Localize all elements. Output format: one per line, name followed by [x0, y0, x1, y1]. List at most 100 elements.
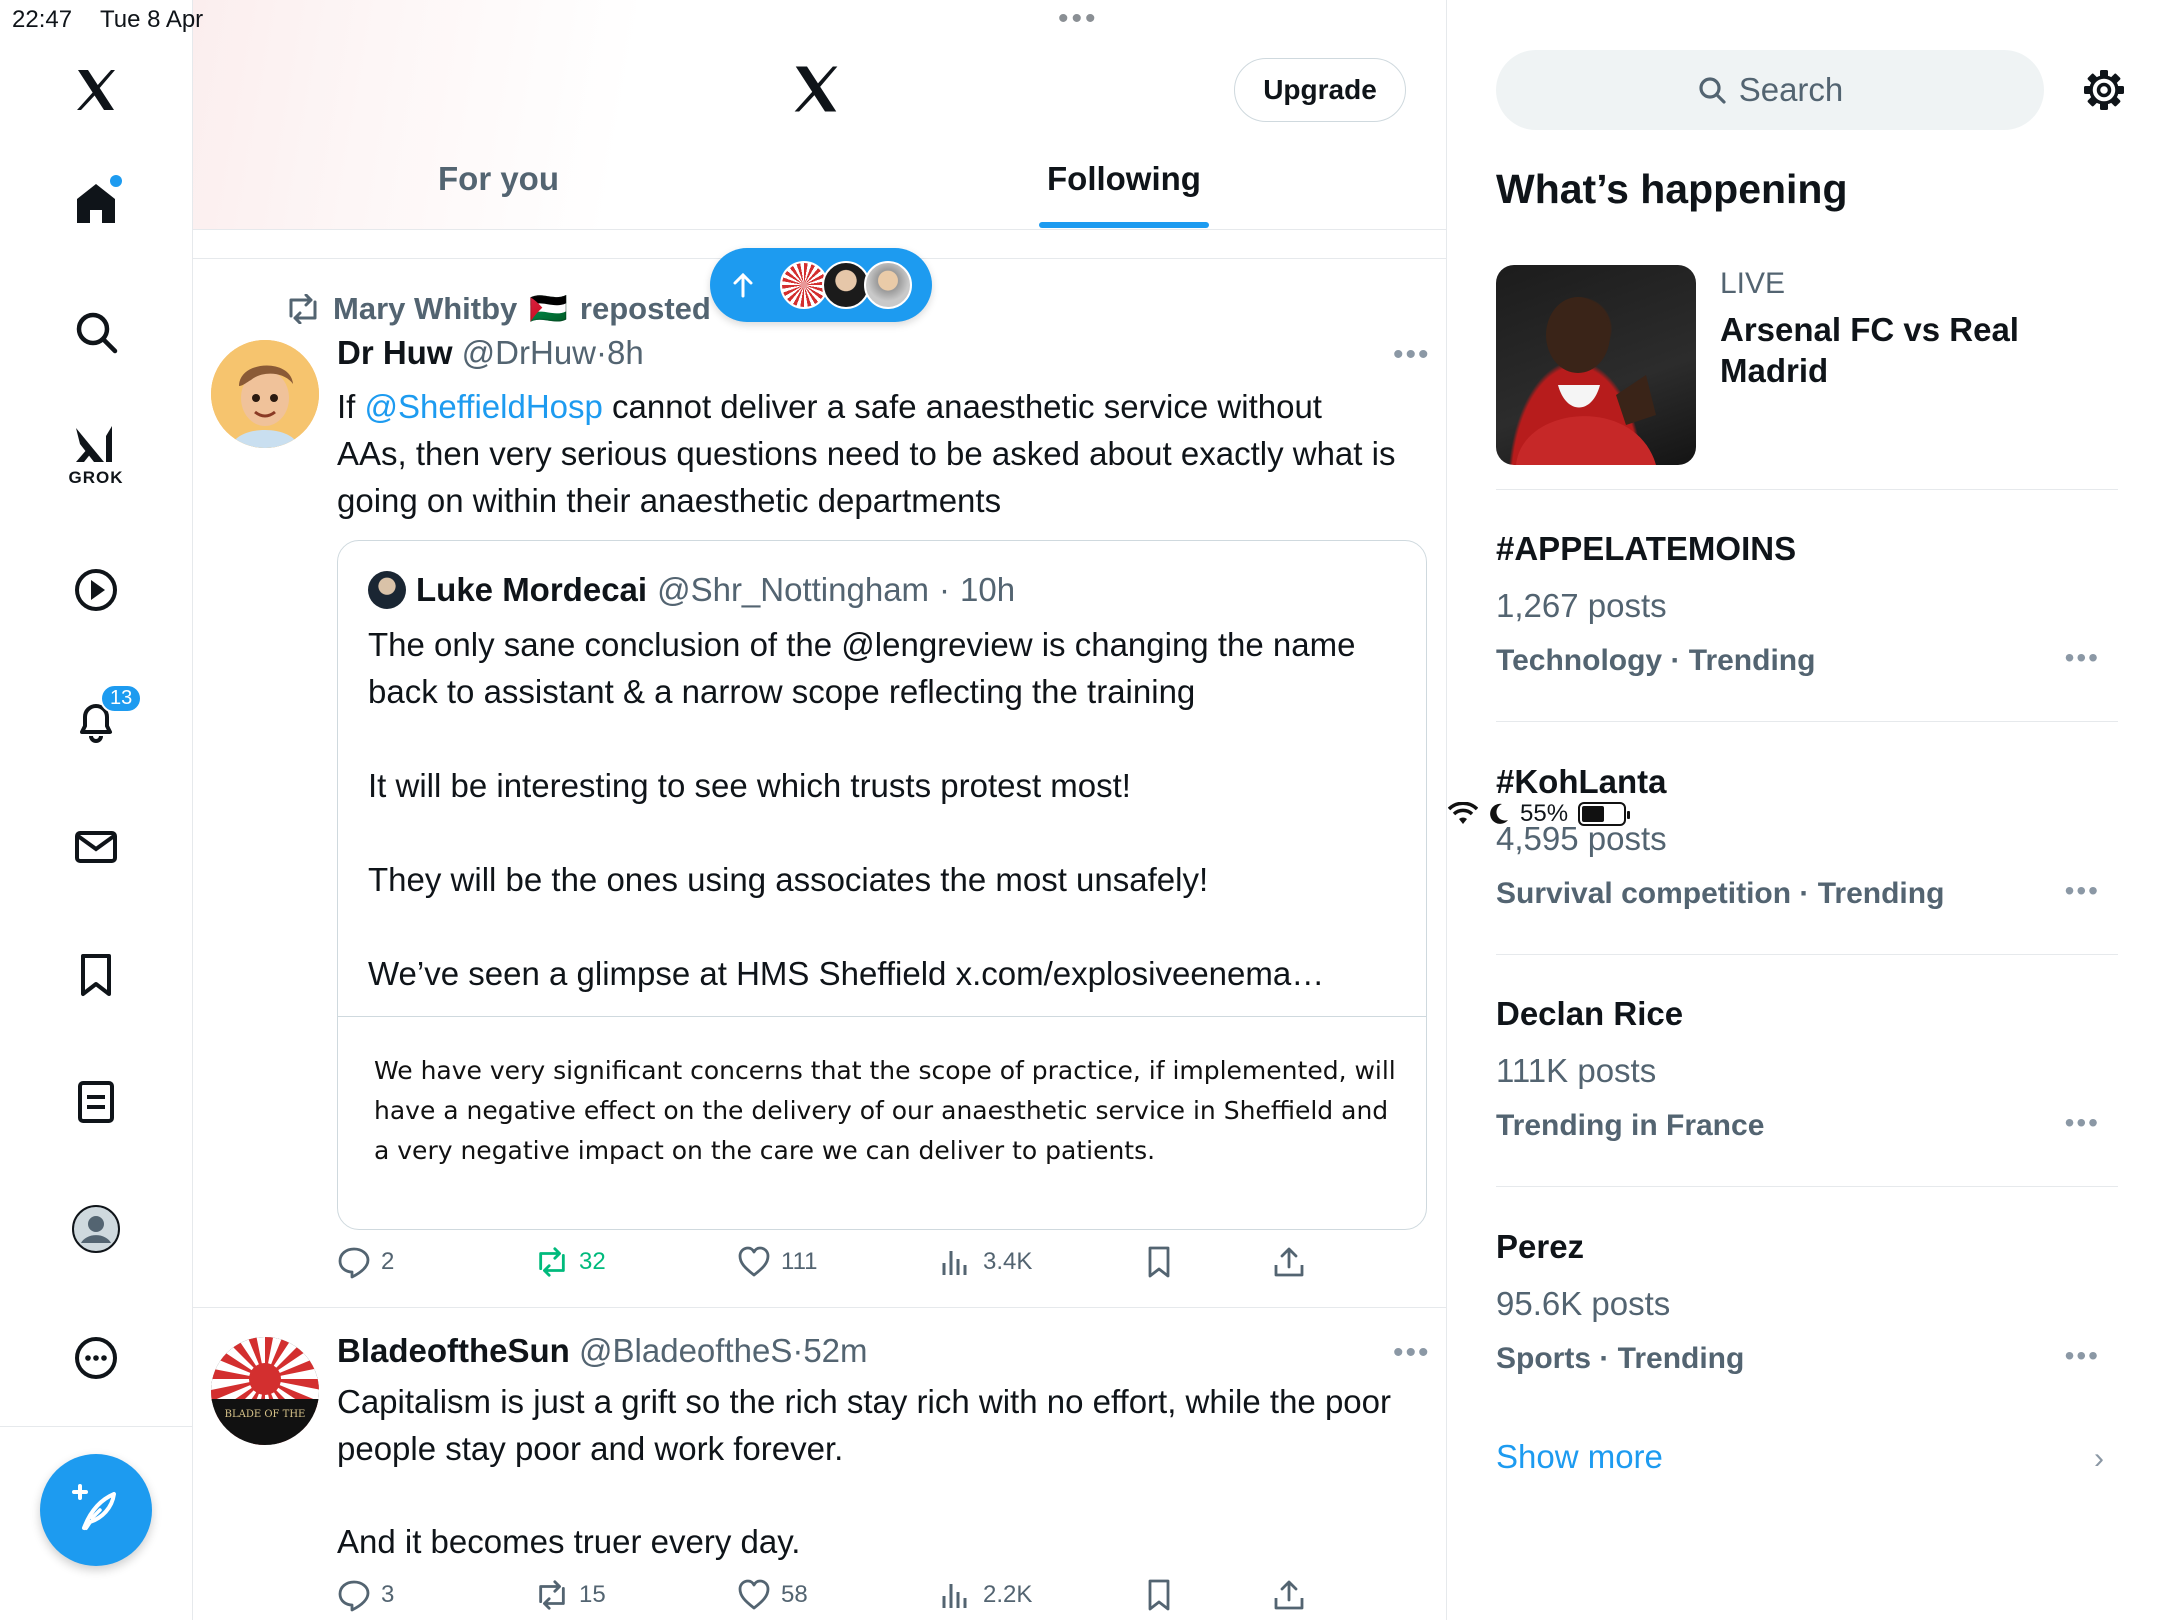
list-icon: [78, 1081, 114, 1123]
mention-link[interactable]: @SheffieldHosp: [365, 388, 603, 425]
reply-button[interactable]: 2: [337, 1245, 394, 1279]
status-time: 22:47: [12, 6, 73, 33]
battery-percent: 55%: [1520, 800, 1569, 827]
repost-count: 15: [579, 1581, 606, 1608]
like-count: 111: [781, 1248, 818, 1275]
sidebar-item-explore[interactable]: [66, 302, 126, 362]
tab-for-you[interactable]: For you: [438, 160, 559, 198]
bookmark-icon: [1148, 1579, 1170, 1611]
view-count: 2.2K: [983, 1581, 1033, 1608]
x-logo[interactable]: [66, 60, 126, 120]
post-divider: [193, 1307, 1446, 1308]
heart-icon: [738, 1246, 770, 1277]
sidebar-item-lists[interactable]: [66, 1072, 126, 1132]
mail-icon: [75, 831, 117, 863]
multitasking-dots-icon[interactable]: •••: [1058, 2, 1099, 36]
play-icon: [75, 569, 117, 611]
arrow-up-icon: [733, 272, 753, 298]
reply-button[interactable]: 3: [337, 1578, 394, 1612]
repost-button[interactable]: 15: [535, 1578, 606, 1612]
quote-avatar: [368, 571, 406, 609]
post-more-icon[interactable]: •••: [1393, 1336, 1431, 1370]
repost-icon: [539, 1247, 565, 1277]
avatar[interactable]: [211, 340, 319, 448]
notification-badge: 13: [100, 684, 143, 713]
share-icon: [1274, 1580, 1304, 1610]
share-button[interactable]: [1272, 1245, 1306, 1279]
grok-label: GROK: [68, 468, 124, 487]
repost-count: 32: [579, 1248, 606, 1275]
post-header: BladeoftheSun @BladeoftheS·52m: [337, 1332, 868, 1370]
share-button[interactable]: [1272, 1578, 1306, 1612]
quote-author-handle: @Shr_Nottingham: [657, 571, 930, 608]
sidebar-item-bookmarks[interactable]: [66, 945, 126, 1005]
battery-icon: [1578, 802, 1631, 826]
active-tab-indicator: [1039, 222, 1209, 228]
compose-button[interactable]: [40, 1454, 152, 1566]
pill-avatar: [780, 261, 828, 309]
wifi-icon: [1448, 802, 1478, 824]
upgrade-button[interactable]: Upgrade: [1234, 58, 1406, 122]
like-button[interactable]: 111: [737, 1245, 817, 1279]
bookmark-button[interactable]: [1142, 1245, 1176, 1279]
sidebar-item-notifications[interactable]: 13: [66, 684, 143, 750]
reply-icon: [338, 1247, 370, 1279]
author-name[interactable]: Dr Huw: [337, 334, 453, 371]
quoted-post[interactable]: Luke Mordecai @Shr_Nottingham · 10h The on…: [337, 540, 1427, 1230]
search-icon: [76, 312, 118, 354]
bookmark-icon: [1148, 1246, 1170, 1278]
reply-icon: [338, 1580, 370, 1612]
x-logo-icon[interactable]: [789, 62, 843, 116]
status-right: 55%: [1448, 4, 2160, 1620]
view-count: 3.4K: [983, 1248, 1033, 1275]
bookmark-button[interactable]: [1142, 1578, 1176, 1612]
author-name[interactable]: BladeoftheSun: [337, 1332, 570, 1369]
timeline: Upgrade For you Following Mary Whitby 🇵🇸…: [193, 0, 1447, 1620]
post-time[interactable]: 52m: [803, 1332, 867, 1369]
author-handle[interactable]: @DrHuw: [462, 334, 596, 371]
home-unread-dot: [110, 175, 122, 187]
avatar[interactable]: BLADE OF THE: [211, 1337, 319, 1445]
sidebar-item-messages[interactable]: [66, 817, 126, 877]
post-time[interactable]: 8h: [607, 334, 644, 371]
bookmark-icon: [81, 954, 111, 996]
status-date: Tue 8 Apr: [100, 6, 204, 33]
views-button[interactable]: 2.2K: [939, 1578, 1032, 1612]
post-actions: 3 15 58 2.2K: [337, 1578, 1397, 1620]
post-more-icon[interactable]: •••: [1393, 338, 1431, 372]
repost-icon: [539, 1580, 565, 1610]
sidebar-divider: [0, 1426, 193, 1427]
heart-icon: [738, 1579, 770, 1610]
quote-document-image[interactable]: We have very significant concerns that t…: [374, 1051, 1404, 1171]
compose-icon: [72, 1484, 116, 1530]
avatar-text: BLADE OF THE: [225, 1409, 306, 1420]
new-posts-pill[interactable]: [710, 248, 932, 322]
repost-button[interactable]: 32: [535, 1245, 606, 1279]
post-text: Capitalism is just a grift so the rich s…: [337, 1383, 1392, 1467]
sidebar-item-grok[interactable]: GROK: [66, 426, 126, 487]
tab-following[interactable]: Following: [1047, 160, 1201, 198]
post-actions: 2 32 111 3.4K: [337, 1245, 1397, 1289]
pill-avatar: [864, 261, 912, 309]
like-button[interactable]: 58: [737, 1578, 808, 1612]
dot-separator: ·: [939, 571, 951, 608]
sidebar-item-more[interactable]: [66, 1328, 126, 1388]
repost-indicator: Mary Whitby 🇵🇸 reposted: [285, 290, 711, 327]
grok-icon: [76, 426, 112, 462]
reply-count: 3: [381, 1581, 395, 1608]
sidebar-item-home[interactable]: [66, 173, 126, 233]
repost-by[interactable]: Mary Whitby: [333, 291, 517, 327]
sidebar: GROK 13: [0, 0, 193, 1620]
sidebar-item-video[interactable]: [66, 560, 126, 620]
post-text: If @SheffieldHosp cannot deliver a safe …: [337, 383, 1397, 524]
repost-suffix: reposted: [579, 290, 711, 326]
views-button[interactable]: 3.4K: [939, 1245, 1032, 1279]
quote-header: Luke Mordecai @Shr_Nottingham · 10h: [368, 571, 1015, 609]
text-prefix: If: [337, 388, 365, 425]
like-count: 58: [781, 1581, 808, 1608]
status-bar: 22:47 Tue 8 Apr ••• 55%: [0, 0, 2160, 827]
author-handle[interactable]: @BladeoftheS: [579, 1332, 792, 1369]
cartoon-avatar-image: [211, 340, 319, 448]
sidebar-item-profile[interactable]: [66, 1199, 126, 1259]
dot-separator: ·: [596, 334, 608, 371]
